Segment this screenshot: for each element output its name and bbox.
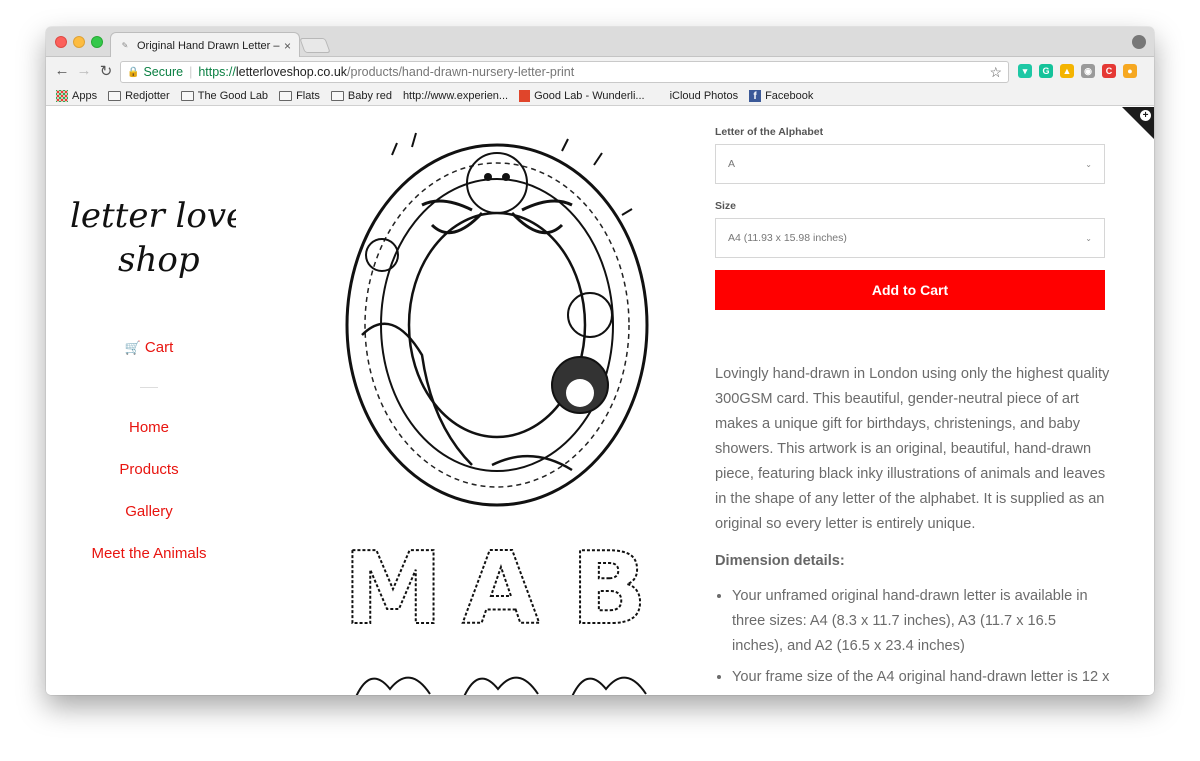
bookmark-label: Redjotter	[125, 89, 170, 102]
back-icon[interactable]: ←	[52, 62, 72, 79]
thumbnail-letter: M	[350, 539, 436, 631]
product-thumbnail[interactable]	[350, 659, 436, 695]
letter-option-label: Letter of the Alphabet	[715, 126, 824, 138]
minimize-window-button[interactable]	[73, 36, 85, 48]
bookmark-item[interactable]: Baby red	[330, 89, 392, 102]
product-thumbnail[interactable]: M	[350, 539, 436, 631]
bookmark-label: Apps	[72, 89, 98, 102]
thumbnail-sketch	[463, 676, 539, 695]
goodlab-icon	[519, 89, 531, 102]
bookmark-item[interactable]: Flats	[279, 90, 320, 102]
forward-icon[interactable]: →	[74, 62, 94, 79]
bookmark-label: Baby red	[347, 89, 392, 102]
bookmark-label: Good Lab - Wunderli...	[534, 89, 645, 102]
nav-meet-the-animals-link[interactable]: Meet the Animals	[46, 545, 252, 562]
size-select[interactable]: A4 (11.93 x 15.98 inches) ⌄	[715, 218, 1105, 258]
product-main-image[interactable]	[332, 125, 662, 517]
bookmark-label: http://www.experien...	[402, 89, 509, 102]
fb-icon: f	[749, 89, 762, 102]
drive-extension-icon[interactable]: ▲	[1060, 64, 1074, 78]
folder-icon	[330, 90, 344, 101]
tab-title: Original Hand Drawn Letter – L	[137, 39, 280, 52]
nav-home-link[interactable]: Home	[46, 419, 252, 436]
camera-extension-icon[interactable]: ◉	[1081, 64, 1095, 78]
tab-close-icon[interactable]: ×	[284, 39, 291, 53]
site-logo[interactable]: letter love shop	[66, 179, 236, 289]
nav-divider	[140, 387, 158, 388]
folder-icon	[279, 90, 293, 101]
nav-products-link[interactable]: Products	[46, 461, 252, 478]
logo-line2: shop	[118, 240, 200, 280]
address-separator: |	[189, 65, 193, 79]
orange-extension-icon[interactable]: ●	[1123, 64, 1137, 78]
page-content: letter love shop 🛒 Cart Home Products Gal…	[46, 107, 1154, 695]
bookmark-item[interactable]: iCloud Photos	[656, 90, 739, 102]
letter-select-value: A	[728, 158, 736, 170]
logo-line1: letter love	[70, 196, 236, 236]
red-extension-icon[interactable]: C	[1102, 64, 1116, 78]
dimension-item: Your unframed original hand-drawn letter…	[732, 584, 1110, 659]
letter-select[interactable]: A ⌄	[715, 144, 1105, 184]
thumbnail-letter: B	[571, 539, 647, 631]
chevron-down-icon: ⌄	[1085, 233, 1092, 243]
bookmark-star-icon[interactable]: ☆	[989, 64, 1002, 81]
dimension-list: Your unframed original hand-drawn letter…	[715, 584, 1110, 695]
bookmark-item[interactable]: The Good Lab	[180, 89, 269, 102]
bookmark-item[interactable]: Good Lab - Wunderli...	[519, 89, 645, 102]
folder-icon	[180, 90, 194, 101]
cart-icon: 🛒	[124, 340, 141, 355]
apple-icon	[656, 90, 666, 102]
size-select-value: A4 (11.93 x 15.98 inches)	[728, 232, 847, 244]
bookmark-item[interactable]: Apps	[56, 89, 98, 102]
grammarly-extension-icon[interactable]: G	[1039, 64, 1053, 78]
bookmark-label: iCloud Photos	[669, 89, 739, 102]
browser-tab-active[interactable]: ✎ Original Hand Drawn Letter – L ×	[110, 32, 300, 58]
secure-label: Secure	[143, 65, 184, 79]
url-scheme: https://	[198, 65, 236, 79]
profile-icon[interactable]	[1132, 35, 1146, 49]
folder-icon	[108, 90, 122, 101]
pocket-extension-icon[interactable]: ▾	[1018, 64, 1032, 78]
description-text: Lovingly hand-drawn in London using only…	[715, 366, 1110, 532]
bookmark-item[interactable]: Redjotter	[108, 90, 170, 102]
maximize-window-button[interactable]	[91, 36, 103, 48]
new-tab-button[interactable]	[299, 38, 331, 53]
product-thumbnail[interactable]: A	[458, 539, 544, 631]
dimension-heading: Dimension details:	[715, 553, 845, 569]
size-option-label: Size	[715, 200, 737, 212]
bookmark-item[interactable]: f Facebook	[749, 89, 814, 102]
product-thumbnail[interactable]	[566, 659, 652, 695]
product-description: Lovingly hand-drawn in London using only…	[715, 362, 1110, 695]
close-window-button[interactable]	[55, 36, 67, 48]
reload-icon[interactable]: ↻	[96, 62, 116, 80]
dimension-item: Your frame size of the A4 original hand-…	[732, 665, 1110, 695]
tab-strip: ✎ Original Hand Drawn Letter – L ×	[46, 27, 1154, 58]
apps-icon	[56, 89, 68, 102]
bookmark-label: Facebook	[765, 89, 814, 102]
bookmarks-bar: Apps Redjotter The Good Lab Flats Baby red ht…	[46, 86, 1154, 178]
nav-cart-link[interactable]: 🛒 Cart	[46, 339, 252, 356]
lock-icon: 🔒	[127, 66, 140, 78]
bookmark-label: Flats	[296, 89, 320, 102]
product-thumbnail[interactable]: B	[566, 539, 652, 631]
browser-window: ✎ Original Hand Drawn Letter – L × ← → ↻…	[46, 27, 1154, 695]
plus-icon[interactable]: +	[1140, 110, 1151, 121]
bookmark-item[interactable]: http://www.experien...	[46, 89, 509, 178]
address-bar[interactable]: 🔒 Secure | https:// letterloveshop.co.uk…	[120, 61, 1009, 83]
thumbnail-sketch	[571, 676, 647, 695]
thumbnail-letter: A	[462, 539, 539, 631]
nav-gallery-link[interactable]: Gallery	[46, 503, 252, 520]
nav-cart-label: Cart	[144, 339, 174, 356]
chevron-down-icon: ⌄	[1085, 159, 1092, 169]
browser-toolbar: ← → ↻ 🔒 Secure | https:// letterloveshop…	[46, 57, 1154, 86]
product-thumbnail[interactable]	[458, 659, 544, 695]
bookmark-label: The Good Lab	[197, 89, 269, 102]
url-host: letterloveshop.co.uk	[235, 65, 348, 79]
thumbnail-sketch	[355, 676, 431, 695]
url-path: /products/hand-drawn-nursery-letter-prin…	[347, 65, 575, 79]
site-favicon-icon: ✎	[121, 40, 129, 50]
add-to-cart-button[interactable]: Add to Cart	[715, 270, 1105, 310]
